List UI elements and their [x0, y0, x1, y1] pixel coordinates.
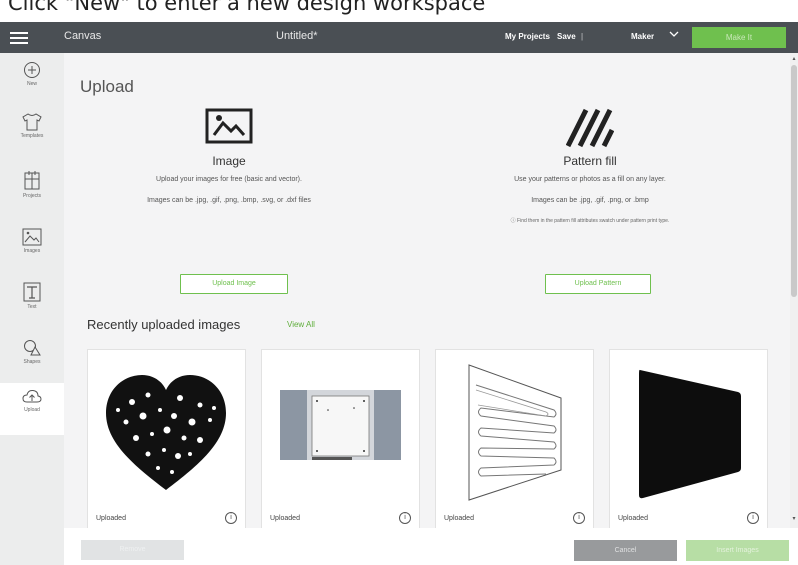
upload-icon: [22, 389, 42, 403]
info-icon[interactable]: i: [573, 512, 585, 524]
info-icon[interactable]: i: [225, 512, 237, 524]
hamburger-menu-icon[interactable]: [10, 29, 28, 46]
uploaded-image-card[interactable]: Uploaded i: [609, 349, 768, 530]
page-title: Upload: [80, 77, 134, 96]
projects-icon: [24, 171, 40, 190]
info-icon[interactable]: i: [747, 512, 759, 524]
image-icon: [205, 108, 253, 144]
instruction-caption: Click "New" to enter a new design worksp…: [0, 0, 798, 22]
pattern-upload-section: Pattern fill Use your patterns or photos…: [430, 108, 750, 224]
cancel-button[interactable]: Cancel: [574, 540, 677, 561]
make-it-button[interactable]: Make It: [692, 27, 786, 48]
instruction-caption-text: Click "New" to enter a new design worksp…: [8, 0, 486, 15]
top-bar: Canvas Untitled* My Projects Save | Make…: [0, 22, 798, 53]
uploaded-image-card[interactable]: Uploaded i: [435, 349, 594, 530]
sidebar-item-templates[interactable]: Templates: [0, 113, 64, 163]
scroll-down-icon[interactable]: ▾: [790, 515, 798, 522]
card-label: Uploaded: [444, 515, 474, 522]
image-upload-section: Image Upload your images for free (basic…: [69, 108, 389, 204]
heart-thumbnail: [106, 375, 226, 490]
image-icon: [22, 228, 42, 246]
topbar-separator: |: [581, 32, 584, 41]
view-all-link[interactable]: View All: [287, 320, 315, 329]
machine-selector[interactable]: Maker: [631, 32, 654, 41]
card-label: Uploaded: [96, 515, 126, 522]
sidebar-item-shapes[interactable]: Shapes: [0, 339, 64, 389]
panel-thumbnail: [280, 390, 401, 460]
image-formats: Images can be .jpg, .gif, .png, .bmp, .s…: [147, 197, 311, 204]
plus-circle-icon: [24, 62, 40, 78]
sidebar-item-text[interactable]: Text: [0, 282, 64, 332]
uploaded-image-card[interactable]: Uploaded i: [261, 349, 420, 530]
scrollbar-thumb[interactable]: [791, 65, 797, 297]
image-heading: Image: [212, 154, 246, 168]
remove-button[interactable]: Remove: [81, 540, 184, 560]
chevron-down-icon[interactable]: [669, 30, 679, 41]
sidebar-item-label: Images: [23, 248, 41, 254]
sidebar-item-projects[interactable]: Projects: [0, 171, 64, 221]
left-sidebar: New Templates Projects Images Text Shape…: [0, 53, 65, 565]
sidebar-item-label: Shapes: [23, 359, 41, 365]
upload-panel: Upload Image Upload your images for free…: [64, 53, 790, 530]
upload-image-button[interactable]: Upload Image: [180, 274, 288, 294]
sidebar-item-label: Upload: [24, 407, 40, 413]
pattern-formats: Images can be .jpg, .gif, .png, or .bmp: [531, 197, 649, 204]
pattern-description: Use your patterns or photos as a fill on…: [514, 176, 666, 183]
vertical-scrollbar[interactable]: ▴ ▾: [790, 53, 798, 528]
info-icon[interactable]: i: [399, 512, 411, 524]
action-bar: Remove Cancel Insert Images: [64, 528, 798, 565]
app-name: Canvas: [64, 30, 102, 42]
scroll-up-icon[interactable]: ▴: [790, 55, 798, 62]
recent-uploads-title: Recently uploaded images: [87, 317, 241, 332]
uploaded-image-card[interactable]: Uploaded i: [87, 349, 246, 530]
trapezoid-thumbnail: [639, 369, 741, 499]
save-button[interactable]: Save: [557, 32, 576, 41]
sidebar-item-label: Text: [27, 304, 37, 310]
sidebar-item-label: Templates: [20, 133, 44, 139]
sidebar-item-label: New: [26, 81, 37, 87]
sidebar-item-images[interactable]: Images: [0, 228, 64, 278]
card-label: Uploaded: [270, 515, 300, 522]
pattern-stripes-icon: [566, 108, 614, 148]
text-icon: [23, 282, 41, 302]
document-title[interactable]: Untitled*: [276, 30, 318, 42]
card-label: Uploaded: [618, 515, 648, 522]
sidebar-item-new[interactable]: New: [0, 61, 64, 111]
my-projects-link[interactable]: My Projects: [505, 32, 550, 41]
pattern-note: ⓘ Find them in the pattern fill attribut…: [510, 218, 670, 224]
shapes-icon: [24, 340, 41, 356]
pattern-heading: Pattern fill: [563, 154, 617, 168]
sidebar-item-upload[interactable]: Upload: [0, 383, 64, 435]
upload-pattern-button[interactable]: Upload Pattern: [545, 274, 651, 294]
shirt-icon: [22, 113, 42, 131]
zigzag-thumbnail: [468, 364, 562, 501]
image-description: Upload your images for free (basic and v…: [156, 176, 302, 183]
insert-images-button[interactable]: Insert Images: [686, 540, 789, 561]
sidebar-item-label: Projects: [22, 193, 42, 199]
